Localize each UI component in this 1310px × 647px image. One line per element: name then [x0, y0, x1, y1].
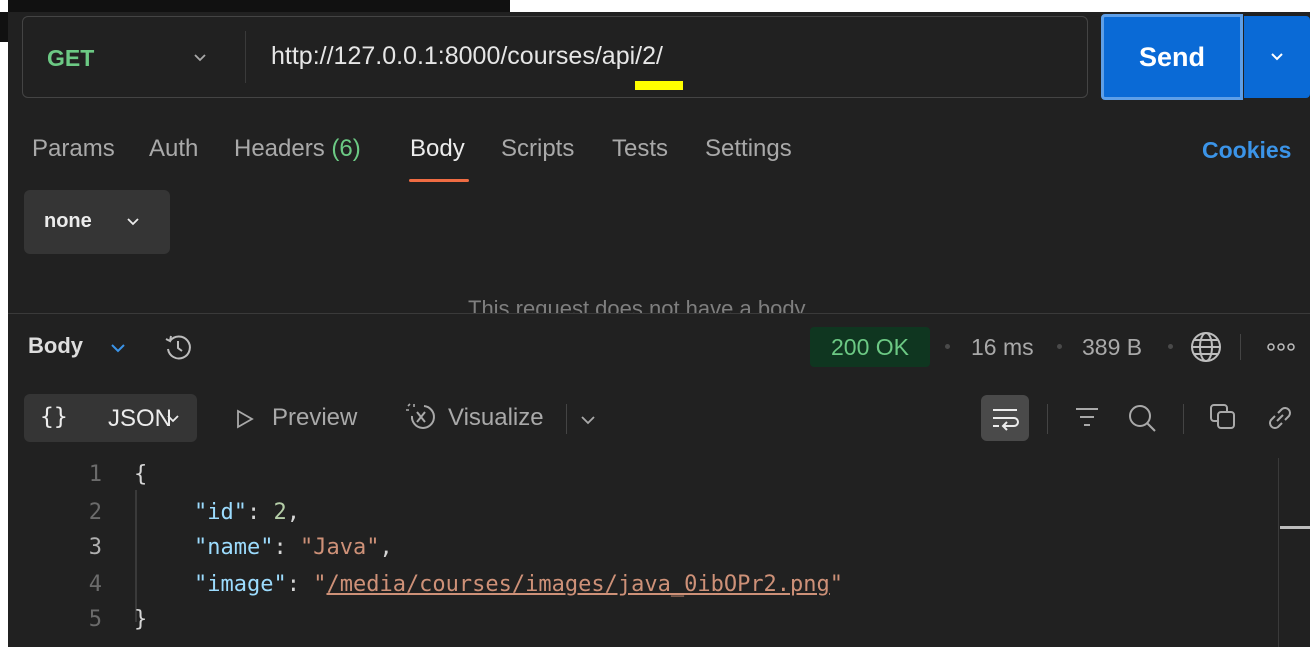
chevron-down-icon — [167, 415, 179, 423]
window-edge-left-dark — [0, 12, 8, 42]
body-type-select[interactable]: none — [24, 190, 170, 254]
url-bar: GET http://127.0.0.1:8000/courses/api/2/ — [22, 16, 1088, 98]
line-number: 5 — [88, 607, 102, 632]
tab-auth[interactable]: Auth — [149, 135, 198, 163]
link-icon[interactable] — [1264, 402, 1296, 434]
url-divider — [245, 31, 246, 83]
json-quote: " — [313, 572, 327, 597]
response-format-select[interactable]: {} JSON — [24, 394, 197, 442]
json-value-link[interactable]: /media/courses/images/java_0ibOPr2.png — [326, 572, 829, 597]
method-select[interactable]: GET — [47, 45, 94, 72]
cookies-link[interactable]: Cookies — [1202, 137, 1291, 164]
json-value: "Java" — [299, 535, 380, 560]
body-type-label: none — [44, 210, 92, 232]
visualize-button[interactable]: Visualize — [404, 402, 544, 441]
json-key: "name" — [194, 535, 274, 560]
highlight-marker — [635, 81, 683, 90]
code-line-id: "id": 2, — [194, 500, 300, 525]
separator-dot — [1057, 344, 1062, 349]
toolbar-divider — [1047, 404, 1048, 434]
headers-count: (6) — [331, 135, 361, 162]
code-line-name: "name": "Java", — [194, 535, 393, 560]
separator-dot — [1168, 344, 1173, 349]
visualize-icon — [406, 403, 435, 429]
braces-icon: {} — [40, 404, 68, 430]
tab-headers[interactable]: Headers (6) — [234, 135, 361, 163]
json-quote: " — [829, 572, 844, 597]
response-body-editor[interactable]: 1 2 3 4 5 { "id": 2, "name": "Java", "im… — [8, 456, 1278, 647]
empty-body-message: This request does not have a body — [468, 296, 806, 314]
toolbar-divider — [1240, 334, 1241, 360]
code-open-brace: { — [134, 462, 148, 487]
chevron-down-icon — [127, 218, 139, 226]
indent-guide — [135, 490, 137, 622]
wrap-lines-icon — [993, 409, 1019, 431]
tab-tests[interactable]: Tests — [612, 135, 668, 163]
tab-headers-label: Headers — [234, 135, 325, 162]
code-close-brace: } — [134, 607, 148, 632]
chevron-down-icon[interactable] — [108, 338, 128, 358]
json-comma: , — [286, 500, 300, 525]
wrap-lines-button[interactable] — [981, 395, 1029, 441]
code-line-image: "image": "/media/courses/images/java_0ib… — [194, 572, 844, 597]
scrollbar-track[interactable] — [1278, 458, 1279, 647]
globe-icon[interactable] — [1189, 330, 1223, 364]
line-number: 2 — [88, 500, 102, 525]
filter-icon[interactable] — [1072, 402, 1102, 432]
json-key: "id" — [194, 500, 247, 525]
status-badge[interactable]: 200 OK — [810, 327, 930, 367]
active-tab-indicator — [409, 179, 469, 182]
scrollbar-thumb[interactable] — [1280, 526, 1310, 529]
send-button[interactable]: Send — [1101, 14, 1243, 100]
window-edge-left — [0, 0, 8, 647]
line-number: 4 — [88, 572, 102, 597]
response-size[interactable]: 389 B — [1082, 334, 1142, 361]
tab-settings[interactable]: Settings — [705, 135, 792, 163]
line-number: 1 — [88, 462, 102, 487]
window-edge-top-dark — [0, 0, 510, 12]
toolbar-divider — [566, 404, 567, 434]
json-key: "image" — [194, 572, 287, 597]
play-icon — [237, 409, 254, 429]
response-time[interactable]: 16 ms — [971, 334, 1034, 361]
more-options-icon[interactable] — [1266, 342, 1296, 352]
separator-dot — [945, 344, 950, 349]
pane-divider[interactable] — [8, 313, 1310, 314]
toolbar-divider — [1183, 404, 1184, 434]
visualize-label: Visualize — [448, 404, 544, 431]
preview-label: Preview — [272, 404, 358, 431]
send-options-button[interactable] — [1244, 16, 1310, 98]
tab-body[interactable]: Body — [410, 135, 465, 163]
copy-icon[interactable] — [1208, 402, 1238, 432]
tab-params[interactable]: Params — [32, 135, 115, 163]
json-comma: , — [379, 535, 393, 560]
chevron-down-icon[interactable] — [191, 49, 209, 67]
chevron-down-icon — [1271, 53, 1283, 61]
search-icon[interactable] — [1126, 402, 1158, 434]
response-section-label[interactable]: Body — [28, 333, 83, 359]
json-value: 2 — [273, 500, 287, 525]
chevron-down-icon[interactable] — [578, 410, 598, 430]
response-format-label: JSON — [108, 405, 173, 432]
line-number: 3 — [88, 535, 102, 560]
tab-scripts[interactable]: Scripts — [501, 135, 574, 163]
history-icon[interactable] — [162, 331, 194, 363]
url-input[interactable]: http://127.0.0.1:8000/courses/api/2/ — [271, 42, 663, 71]
